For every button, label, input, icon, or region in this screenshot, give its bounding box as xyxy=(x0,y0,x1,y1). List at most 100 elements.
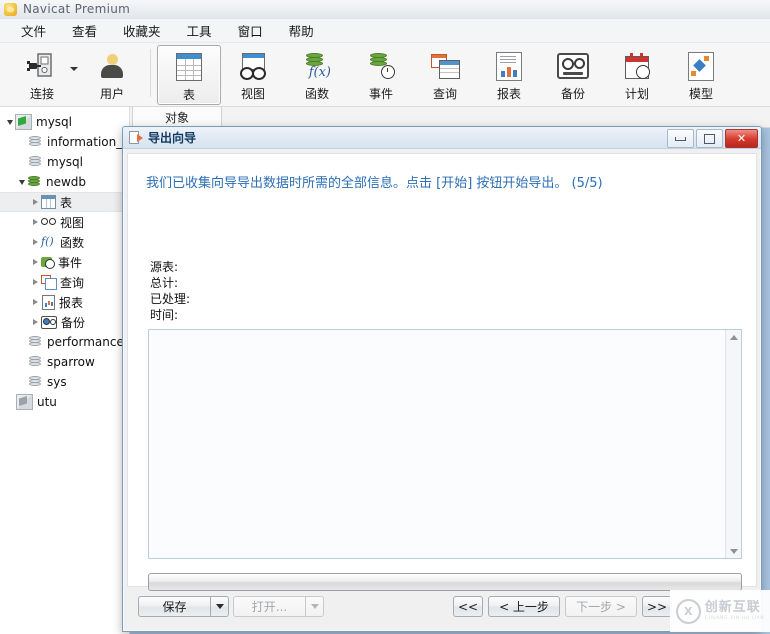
toolbar-button-user[interactable]: 用户 xyxy=(80,45,144,105)
previous-step-button[interactable]: < 上一步 xyxy=(488,596,560,617)
toolbar-label-connection: 连接 xyxy=(29,87,54,101)
first-step-button[interactable]: << xyxy=(453,596,483,617)
tree-node-label: sparrow xyxy=(47,355,95,369)
menu-item-help[interactable]: 帮助 xyxy=(276,19,327,42)
toolbar-button-event[interactable]: 事件 xyxy=(349,45,413,105)
tree-node-label: 查询 xyxy=(60,275,85,290)
tree-node-reports[interactable]: 报表 xyxy=(0,292,129,312)
maximize-icon xyxy=(704,133,715,144)
window-title-bar: Navicat Premium xyxy=(0,0,770,19)
expander-open-icon[interactable] xyxy=(4,119,15,125)
tree-node-label: 报表 xyxy=(59,295,84,310)
export-log-area[interactable] xyxy=(148,329,742,559)
toolbar-label-model: 模型 xyxy=(688,87,713,101)
tree-node-newdb[interactable]: newdb xyxy=(0,172,129,192)
field-total: 总计: xyxy=(150,276,179,290)
log-vertical-scrollbar[interactable] xyxy=(725,330,741,558)
database-green-icon xyxy=(27,175,42,189)
expander-closed-icon[interactable] xyxy=(30,239,41,245)
open-dropdown-button[interactable] xyxy=(305,596,324,617)
dialog-window-buttons: ✕ xyxy=(667,129,758,148)
table-icon xyxy=(41,195,56,209)
toolbar-button-schedule[interactable]: 计划 xyxy=(605,45,669,105)
toolbar-label-schedule: 计划 xyxy=(624,87,649,101)
menu-item-file[interactable]: 文件 xyxy=(8,19,59,42)
tree-node-performance-schema[interactable]: performance xyxy=(0,332,129,352)
save-button[interactable]: 保存 xyxy=(138,596,210,617)
tree-node-queries[interactable]: 查询 xyxy=(0,272,129,292)
toolbar-button-backup[interactable]: 备份 xyxy=(541,45,605,105)
scroll-up-icon[interactable] xyxy=(726,330,741,344)
tree-node-backups[interactable]: 备份 xyxy=(0,312,129,332)
tree-node-label: sys xyxy=(47,375,67,389)
toolbar-button-connection[interactable]: 连接 xyxy=(10,45,74,105)
tab-objects[interactable]: 对象 xyxy=(132,107,222,127)
menu-bar: 文件 查看 收藏夹 工具 窗口 帮助 xyxy=(0,19,770,43)
view-icon xyxy=(239,50,267,82)
toolbar-label-backup: 备份 xyxy=(560,87,585,101)
menu-item-window[interactable]: 窗口 xyxy=(225,19,276,42)
menu-item-view[interactable]: 查看 xyxy=(59,19,110,42)
object-tab-strip: 对象 xyxy=(130,107,770,128)
tree-node-label: 视图 xyxy=(60,215,85,230)
expander-closed-icon[interactable] xyxy=(30,299,41,305)
wizard-hint-text: 我们已收集向导导出数据时所需的全部信息。点击 [开始] 按钮开始导出。 (5/5… xyxy=(146,176,603,191)
expander-closed-icon[interactable] xyxy=(30,199,41,205)
tree-node-views[interactable]: 视图 xyxy=(0,212,129,232)
connection-icon xyxy=(27,50,57,82)
user-icon xyxy=(99,50,125,82)
scroll-down-icon[interactable] xyxy=(726,544,741,558)
last-step-button[interactable]: >> xyxy=(642,596,672,617)
tree-node-information-schema[interactable]: information_ xyxy=(0,132,129,152)
expander-open-icon[interactable] xyxy=(16,179,27,185)
report-icon xyxy=(42,294,55,310)
tree-node-sys[interactable]: sys xyxy=(0,372,129,392)
chevron-down-icon xyxy=(310,604,319,609)
tree-node-events[interactable]: 事件 xyxy=(0,252,129,272)
backup-icon xyxy=(41,316,57,329)
next-step-button[interactable]: 下一步 > xyxy=(565,596,637,617)
toolbar-label-query: 查询 xyxy=(432,87,457,101)
tree-node-mysql-connection[interactable]: mysql xyxy=(0,112,129,132)
save-split-button[interactable]: 保存 xyxy=(138,596,229,617)
toolbar-button-function[interactable]: f(x) 函数 xyxy=(285,45,349,105)
tree-node-label: information_ xyxy=(47,135,123,149)
toolbar-label-table: 表 xyxy=(182,88,195,102)
export-wizard-dialog: 导出向导 ✕ 我们已收集向导导出数据时所需的全部信息。点击 [开始] 按钮开始导… xyxy=(122,126,762,632)
menu-item-tools[interactable]: 工具 xyxy=(174,19,225,42)
expander-closed-icon[interactable] xyxy=(30,219,41,225)
menu-item-favorites[interactable]: 收藏夹 xyxy=(110,19,174,42)
dialog-minimize-button[interactable] xyxy=(667,129,694,148)
database-icon xyxy=(28,135,43,149)
open-split-button[interactable]: 打开... xyxy=(233,596,324,617)
toolbar-button-view[interactable]: 视图 xyxy=(221,45,285,105)
open-button[interactable]: 打开... xyxy=(233,596,305,617)
chevron-down-icon xyxy=(215,604,224,609)
expander-closed-icon[interactable] xyxy=(30,319,41,325)
toolbar-button-report[interactable]: 报表 xyxy=(477,45,541,105)
function-icon: f() xyxy=(41,235,54,248)
close-icon: ✕ xyxy=(736,132,747,145)
tree-node-label: 事件 xyxy=(58,255,83,270)
tree-node-utu-connection[interactable]: utu xyxy=(0,392,129,412)
minimize-icon xyxy=(675,136,686,141)
tree-node-sparrow[interactable]: sparrow xyxy=(0,352,129,372)
toolbar-button-table[interactable]: 表 xyxy=(157,45,221,105)
toolbar-button-query[interactable]: 查询 xyxy=(413,45,477,105)
dialog-title: 导出向导 xyxy=(148,131,197,145)
database-icon xyxy=(28,375,43,389)
report-icon xyxy=(496,50,522,82)
watermark-mark: X xyxy=(683,604,693,618)
dialog-maximize-button[interactable] xyxy=(696,129,723,148)
chevron-down-icon[interactable] xyxy=(70,67,78,71)
expander-closed-icon[interactable] xyxy=(30,259,41,265)
tree-node-tables[interactable]: 表 xyxy=(0,192,129,212)
save-dropdown-button[interactable] xyxy=(210,596,229,617)
toolbar-button-model[interactable]: 模型 xyxy=(669,45,733,105)
tree-node-functions[interactable]: f() 函数 xyxy=(0,232,129,252)
tree-node-mysql-db[interactable]: mysql xyxy=(0,152,129,172)
export-status-fields: 源表: 总计: 已处理: 时间: xyxy=(150,259,190,323)
expander-closed-icon[interactable] xyxy=(30,279,41,285)
dialog-close-button[interactable]: ✕ xyxy=(725,129,758,148)
field-processed: 已处理: xyxy=(150,292,191,306)
